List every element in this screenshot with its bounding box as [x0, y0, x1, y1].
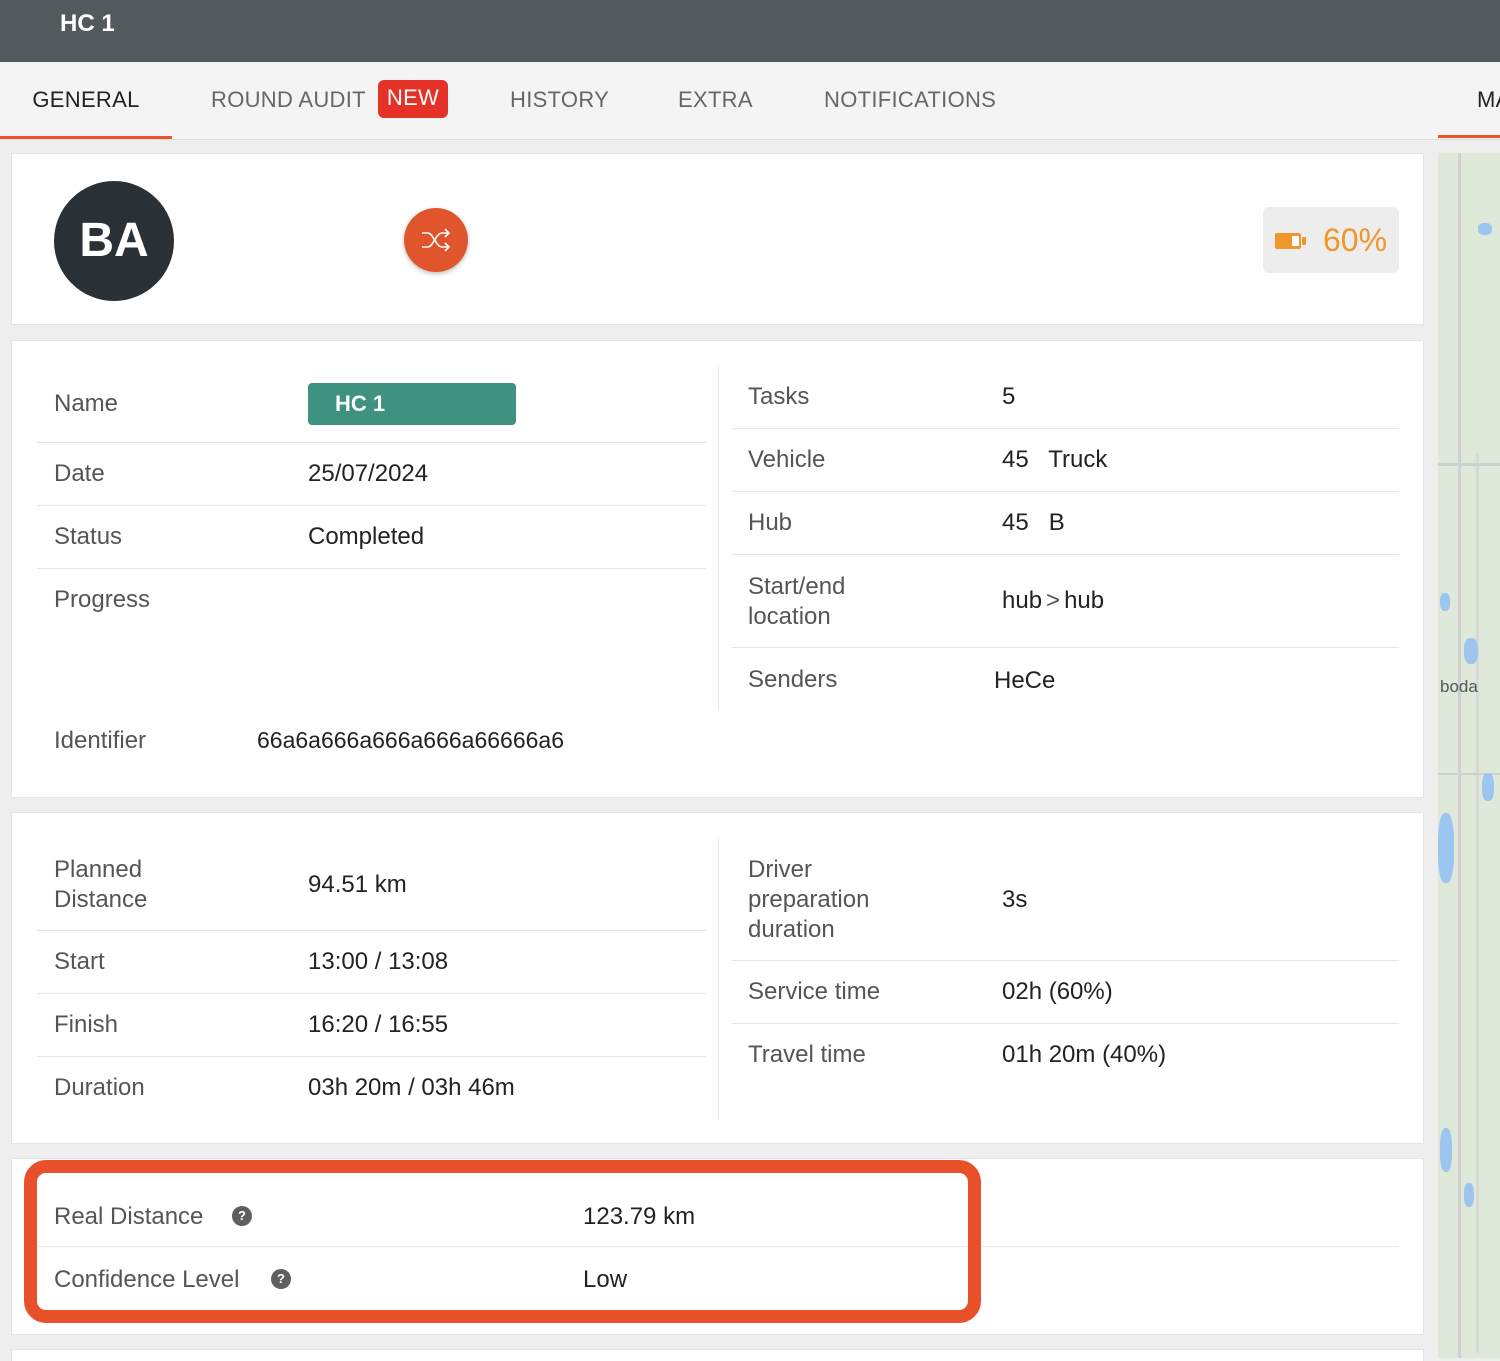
timing-row-service-time: Service time 02h (60%): [732, 961, 1399, 1024]
detail-row-location: Start/end location hub > hub: [732, 555, 1399, 648]
location-separator: >: [1046, 587, 1061, 614]
detail-label: Vehicle: [748, 446, 826, 473]
detail-row-progress: Progress: [37, 569, 706, 709]
detail-value: Completed: [308, 523, 425, 550]
location-value: hub > hub: [1002, 586, 1104, 616]
detail-label: Date: [54, 460, 105, 487]
senders-value: HeCe: [994, 667, 1056, 694]
detail-value: 45 Truck: [1002, 446, 1108, 473]
detail-row-vehicle: Vehicle 45 Truck: [732, 429, 1399, 492]
shuffle-button[interactable]: [404, 208, 468, 272]
tab-extra-label: EXTRA: [678, 87, 753, 112]
location-from: hub: [1002, 587, 1043, 614]
new-badge: NEW: [377, 80, 449, 119]
detail-value: 5: [1002, 383, 1016, 410]
detail-row-senders: Senders HeCe: [732, 648, 1399, 711]
detail-label: Start/end location: [748, 573, 846, 630]
column-divider: [718, 838, 719, 1120]
map-panel[interactable]: boda: [1438, 153, 1500, 1358]
battery-indicator: 60%: [1263, 207, 1399, 273]
tab-notifications-label: NOTIFICATIONS: [824, 87, 997, 112]
battery-percent: 60%: [1323, 222, 1388, 258]
timing-value: 16:20 / 16:55: [308, 1011, 449, 1038]
avatar: BA: [54, 181, 174, 301]
tab-round-audit-label: ROUND AUDIT: [211, 87, 366, 112]
details-card: Name HC 1 Date 25/07/2024 Status Complet…: [11, 340, 1424, 798]
profile-card: BA 60%: [11, 153, 1424, 325]
timing-row-finish: Finish 16:20 / 16:55: [37, 994, 706, 1057]
page-title: HC 1: [60, 10, 115, 37]
timing-value: 03h 20m / 03h 46m: [308, 1074, 515, 1101]
detail-label: Tasks: [748, 383, 810, 410]
detail-label: Progress: [54, 586, 151, 613]
timing-label: Duration: [54, 1074, 145, 1101]
timing-row-travel-time: Travel time 01h 20m (40%): [732, 1024, 1399, 1087]
tab-map-indicator: [1438, 135, 1500, 138]
timing-value: 13:00 / 13:08: [308, 948, 449, 975]
timing-label: Planned Distance: [54, 856, 148, 913]
timing-label: Finish: [54, 1011, 119, 1038]
tab-general-label: GENERAL: [32, 87, 140, 112]
map-place-label: boda: [1440, 677, 1478, 696]
tab-round-audit[interactable]: ROUND AUDIT NEW: [211, 62, 449, 139]
timing-row-start: Start 13:00 / 13:08: [37, 931, 706, 994]
detail-row-identifier: Identifier 66a6a666a666a666a66666a6: [37, 711, 706, 771]
detail-row-status: Status Completed: [37, 506, 706, 569]
detail-row-date: Date 25/07/2024: [37, 443, 706, 506]
timing-label: Service time: [748, 978, 881, 1005]
tab-bar: GENERAL ROUND AUDIT NEW HISTORY EXTRA NOT…: [0, 62, 1500, 140]
timing-row-planned-distance: Planned Distance 94.51 km: [37, 838, 706, 931]
detail-row-name: Name HC 1: [37, 366, 706, 443]
identifier-value: 66a6a666a666a666a66666a6: [257, 727, 564, 753]
next-card: [11, 1349, 1424, 1361]
name-chip: HC 1: [308, 383, 516, 425]
timing-row-driver-prep: Driver preparation duration 3s: [732, 838, 1399, 961]
detail-label: Identifier: [54, 727, 147, 754]
timing-label: Travel time: [748, 1041, 866, 1068]
tab-map[interactable]: MA: [1477, 62, 1500, 139]
detail-label: Name: [54, 390, 119, 417]
timing-value: 02h (60%): [1002, 978, 1113, 1005]
detail-value: 25/07/2024: [308, 460, 429, 487]
location-to: hub: [1064, 587, 1105, 614]
timing-card: Planned Distance 94.51 km Start 13:00 / …: [11, 812, 1424, 1144]
timing-row-duration: Duration 03h 20m / 03h 46m: [37, 1057, 706, 1120]
column-divider: [718, 366, 719, 711]
tab-map-label: MA: [1477, 87, 1500, 112]
tab-notifications[interactable]: NOTIFICATIONS: [824, 62, 996, 139]
detail-row-tasks: Tasks 5: [732, 366, 1399, 429]
detail-label: Status: [54, 523, 123, 550]
timing-label: Start: [54, 948, 105, 975]
top-bar: HC 1: [0, 0, 1500, 62]
tab-history-label: HISTORY: [510, 87, 610, 112]
tab-general[interactable]: GENERAL: [0, 62, 172, 139]
tab-extra[interactable]: EXTRA: [678, 62, 753, 139]
timing-value: 94.51 km: [308, 871, 407, 898]
timing-value: 01h 20m (40%): [1002, 1041, 1167, 1068]
timing-label: Driver preparation duration: [748, 856, 870, 943]
detail-value: 45 B: [1002, 509, 1065, 536]
detail-label: Senders: [748, 666, 838, 693]
timing-value: 3s: [1002, 886, 1028, 913]
tab-history[interactable]: HISTORY: [510, 62, 609, 139]
detail-row-hub: Hub 45 B: [732, 492, 1399, 555]
highlight-annotation: [24, 1160, 981, 1323]
detail-label: Hub: [748, 509, 793, 536]
